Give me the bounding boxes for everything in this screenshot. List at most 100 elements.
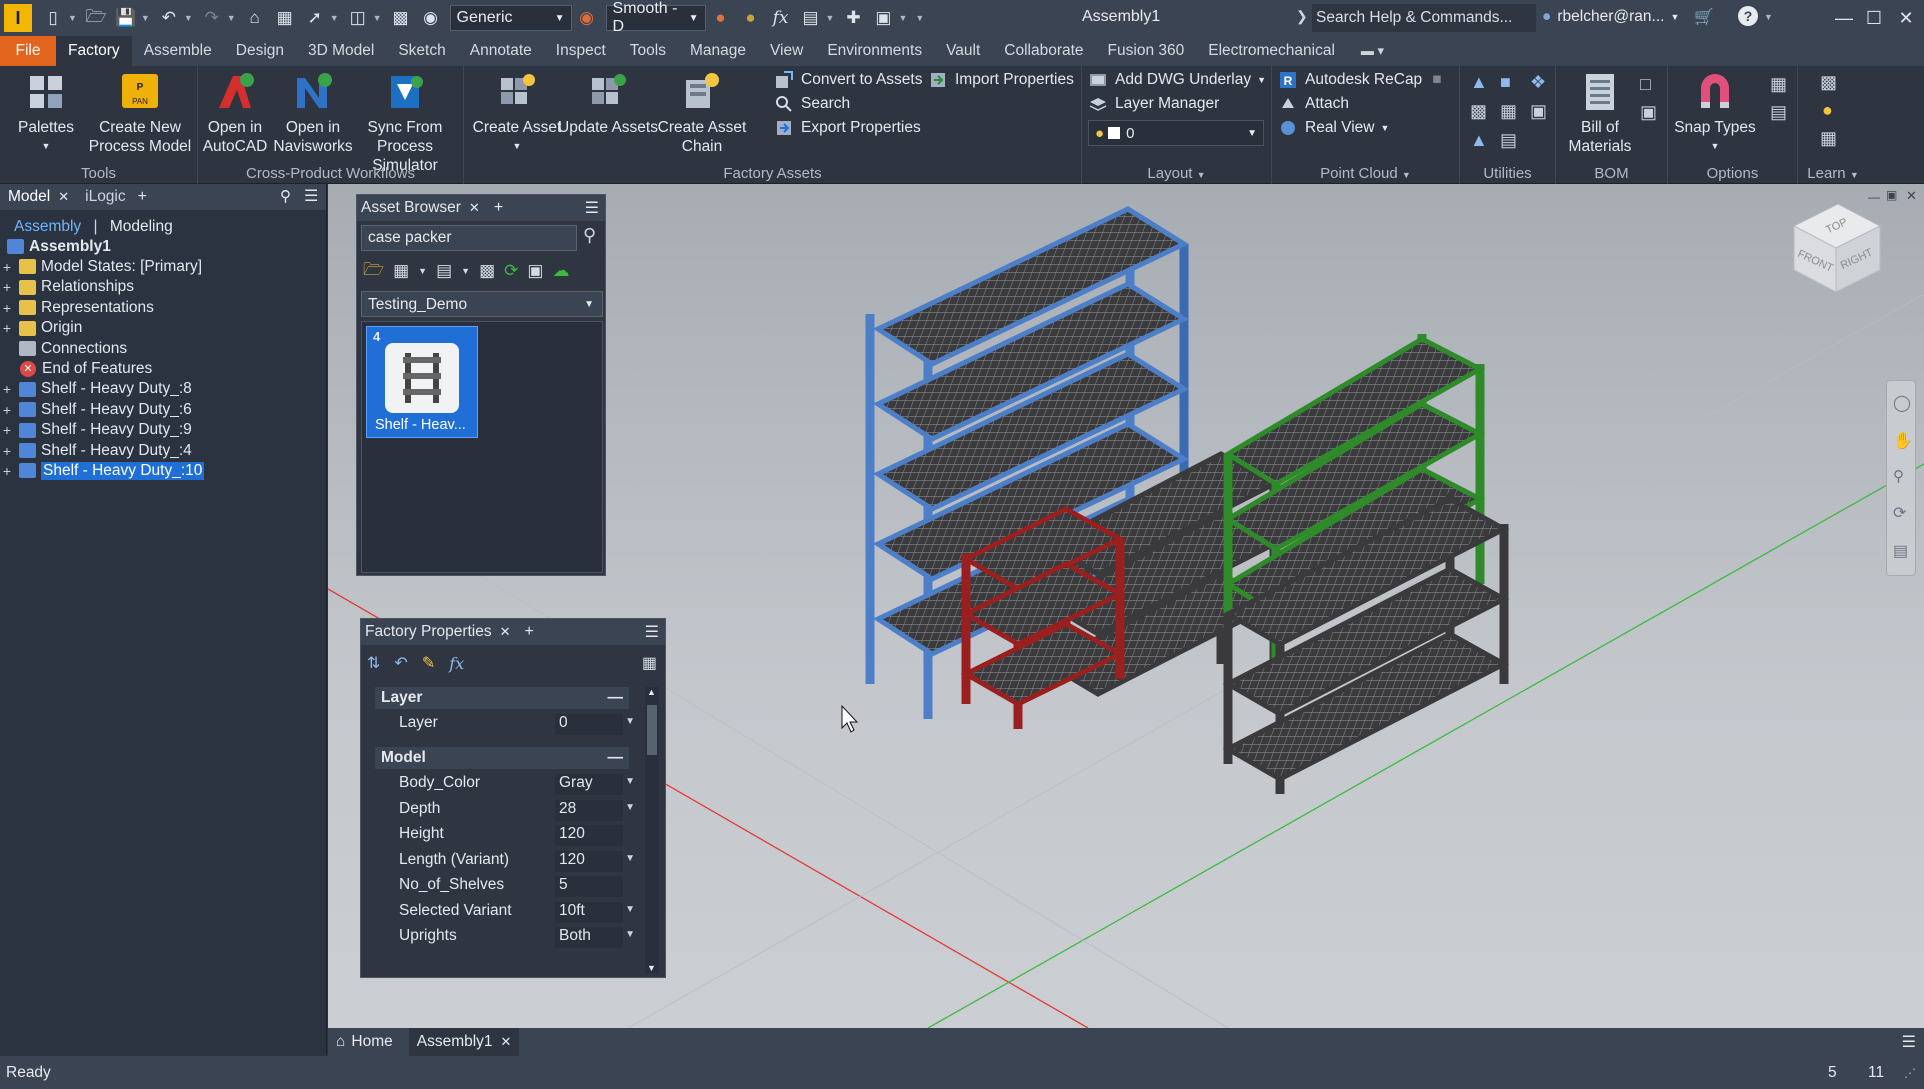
tab-3d-model[interactable]: 3D Model: [296, 36, 386, 66]
color-wheel-icon[interactable]: ◉: [576, 7, 598, 29]
lightbulb-icon[interactable]: ●: [1822, 100, 1833, 121]
options-icon-1[interactable]: ▦: [1770, 74, 1787, 95]
close-window-button[interactable]: ✕: [1888, 0, 1924, 36]
expand-icon[interactable]: +: [0, 443, 14, 459]
palettes-button[interactable]: Palettes ▼: [8, 70, 84, 156]
tab-assemble[interactable]: Assemble: [132, 36, 224, 66]
thumbnail-view-caret[interactable]: ▼: [418, 266, 427, 276]
import-properties-button[interactable]: Import Properties: [928, 70, 1074, 90]
save-caret[interactable]: ▼: [141, 13, 150, 23]
asset-browser-add-tab-icon[interactable]: +: [494, 199, 503, 217]
layer-manager-button[interactable]: Layer Manager: [1088, 94, 1219, 114]
asset-search-icon[interactable]: ⚲: [583, 225, 596, 246]
tab-environments[interactable]: Environments: [815, 36, 934, 66]
visual-style-combo[interactable]: Smooth - D ▼: [605, 0, 706, 35]
view-assembly[interactable]: Assembly: [14, 218, 81, 235]
select-caret[interactable]: ▼: [330, 13, 339, 23]
look-at-icon[interactable]: ▤: [1893, 541, 1908, 561]
dropdown-caret-icon[interactable]: ▼: [625, 776, 635, 787]
sort-caret[interactable]: ▼: [461, 266, 470, 276]
measure-tool-caret[interactable]: ▼: [826, 13, 835, 23]
parameters-fx-icon[interactable]: fx: [449, 654, 464, 673]
customize-caret[interactable]: ▼: [915, 13, 924, 23]
maximize-button[interactable]: ☐: [1856, 0, 1892, 36]
options-icon-2[interactable]: ▤: [1770, 102, 1787, 123]
help-search-box[interactable]: Search Help & Commands...: [1312, 4, 1536, 32]
home-icon[interactable]: ⌂: [244, 7, 266, 29]
collapse-layer-icon[interactable]: —: [608, 689, 624, 707]
search-assets-button[interactable]: Search: [774, 94, 850, 114]
section-model[interactable]: Model —: [375, 747, 629, 769]
tab-tools[interactable]: Tools: [618, 36, 678, 66]
redo-icon[interactable]: ↷: [201, 7, 223, 29]
new-file-icon[interactable]: ▯: [42, 7, 64, 29]
select-icon[interactable]: ➚: [304, 7, 326, 29]
search-expand-icon[interactable]: ❯: [1296, 8, 1308, 25]
expand-icon[interactable]: +: [0, 279, 14, 295]
tab-factory[interactable]: Factory: [56, 36, 132, 66]
doc-tab-menu-icon[interactable]: ☰: [1902, 1032, 1916, 1052]
browser-search-icon[interactable]: ⚲: [280, 187, 291, 205]
update-assets-button[interactable]: Update Assets: [558, 70, 658, 137]
graphics-window[interactable]: TOP FRONT RIGHT — ▣ ✕ ◯ ✋ ⚲ ⟳ ▤ Asset Br…: [328, 184, 1924, 1028]
snap-types-button[interactable]: Snap Types ▼: [1672, 70, 1758, 156]
add-tab-icon[interactable]: +: [138, 188, 147, 206]
tab-collaborate[interactable]: Collaborate: [992, 36, 1095, 66]
tab-annotate[interactable]: Annotate: [458, 36, 544, 66]
assembly-doc-tab[interactable]: Assembly1 ✕: [408, 1028, 520, 1056]
measure-icon[interactable]: ◫: [347, 7, 369, 29]
sort-icon[interactable]: ▤: [436, 261, 452, 281]
scroll-down-icon[interactable]: ▼: [647, 963, 656, 973]
tab-file[interactable]: File: [0, 36, 56, 66]
property-value[interactable]: 120: [555, 850, 623, 872]
property-row-body-color[interactable]: Body_Color Gray ▼: [375, 771, 643, 796]
property-value[interactable]: 0: [555, 714, 623, 735]
tab-ilogic[interactable]: iLogic: [85, 188, 126, 206]
tab-sketch[interactable]: Sketch: [386, 36, 457, 66]
property-row-selected-variant[interactable]: Selected Variant 10ft ▼: [375, 899, 643, 924]
property-row-no-of-shelves[interactable]: No_of_Shelves 5: [375, 873, 643, 898]
dropdown-caret-icon[interactable]: ▼: [625, 802, 635, 813]
tab-view[interactable]: View: [758, 36, 815, 66]
open-folder-icon[interactable]: 🗁: [85, 7, 107, 29]
library-icon[interactable]: ▣: [527, 261, 543, 281]
scroll-up-icon[interactable]: ▲: [647, 687, 656, 697]
user-account[interactable]: ● rbelcher@ran... ▼: [1542, 8, 1679, 26]
property-value[interactable]: 28: [555, 799, 623, 821]
factory-properties-close-icon[interactable]: ✕: [500, 624, 511, 640]
utility-icon-4[interactable]: ▩: [1470, 101, 1496, 122]
home-tab[interactable]: ⌂ Home: [336, 1033, 393, 1051]
property-row-length-variant-[interactable]: Length (Variant) 120 ▼: [375, 848, 643, 873]
view-caret[interactable]: ▼: [898, 13, 907, 23]
material-icon[interactable]: ◉: [420, 7, 442, 29]
view-icon[interactable]: ▣: [872, 7, 894, 29]
tab-electromechanical[interactable]: Electromechanical: [1196, 36, 1347, 66]
dropdown-caret-icon[interactable]: ▼: [625, 929, 635, 940]
tree-node[interactable]: + Shelf - Heavy Duty_:10: [0, 458, 205, 483]
factory-properties-add-tab-icon[interactable]: +: [525, 623, 534, 641]
open-in-navisworks-button[interactable]: Open in Navisworks: [270, 70, 356, 156]
import-asset-icon[interactable]: ▩: [479, 261, 495, 281]
tab-model[interactable]: Model: [8, 188, 50, 206]
tab-vault[interactable]: Vault: [934, 36, 992, 66]
property-row-depth[interactable]: Depth 28 ▼: [375, 797, 643, 822]
property-row-layer[interactable]: Layer 0 ▼: [375, 711, 643, 736]
create-process-model-button[interactable]: P PAN Create New Process Model: [88, 70, 192, 156]
autodesk-recap-button[interactable]: R Autodesk ReCap ■: [1278, 70, 1442, 90]
tab-model-close-icon[interactable]: ✕: [58, 189, 69, 205]
open-in-autocad-button[interactable]: Open in AutoCAD: [198, 70, 272, 156]
property-value[interactable]: 120: [555, 825, 623, 846]
resize-grip-icon[interactable]: ⋰: [1904, 1066, 1916, 1080]
measure-caret[interactable]: ▼: [373, 13, 382, 23]
properties-icon[interactable]: ▩: [390, 7, 412, 29]
sync-process-simulator-button[interactable]: Sync From Process Simulator: [346, 70, 464, 175]
utility-icon-2[interactable]: ■: [1500, 72, 1526, 93]
cloud-sync-icon[interactable]: ☁: [552, 261, 569, 281]
orbit-icon[interactable]: ⟳: [1893, 503, 1906, 523]
help-caret[interactable]: ▼: [1764, 12, 1773, 22]
expand-icon[interactable]: +: [0, 381, 14, 397]
asset-search-field[interactable]: case packer: [361, 225, 577, 251]
new-file-caret[interactable]: ▼: [68, 13, 77, 23]
property-value[interactable]: Gray: [555, 774, 623, 795]
section-layer[interactable]: Layer —: [375, 687, 629, 709]
